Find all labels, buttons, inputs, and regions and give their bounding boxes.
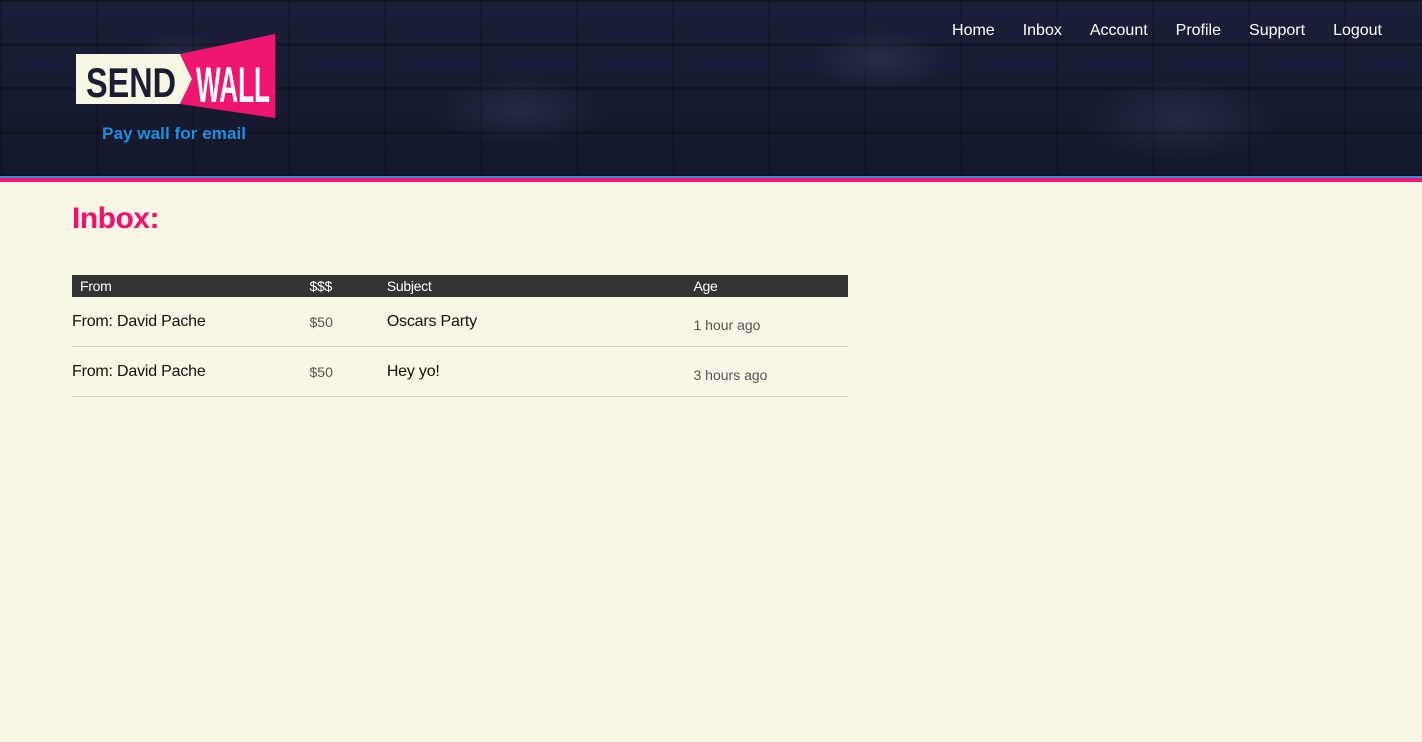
logo-send-text: SEND: [86, 59, 176, 106]
message-age: 1 hour ago: [693, 297, 848, 347]
logo-wall-text: WALL: [196, 57, 270, 113]
message-subject[interactable]: Oscars Party: [386, 297, 694, 347]
table-row[interactable]: From: David Pache $50 Oscars Party 1 hou…: [72, 297, 848, 347]
page-title: Inbox:: [72, 202, 160, 235]
main-nav: Home Inbox Account Profile Support Logou…: [952, 20, 1382, 42]
sendwall-logo[interactable]: SEND WALL Pay wall for email: [76, 34, 286, 146]
message-sender[interactable]: From: David Pache: [72, 297, 310, 347]
logo-graphic: SEND WALL Pay wall for email: [76, 34, 275, 143]
nav-home[interactable]: Home: [952, 20, 995, 42]
table-row[interactable]: From: David Pache $50 Hey yo! 3 hours ag…: [72, 346, 848, 397]
inbox-main: Inbox: From $$$ Subject Age From: David …: [72, 200, 848, 397]
header-divider-pink: [0, 178, 1422, 182]
nav-support[interactable]: Support: [1249, 20, 1305, 42]
site-header: SEND WALL Pay wall for email Home Inbox …: [0, 0, 1422, 178]
nav-profile[interactable]: Profile: [1176, 20, 1221, 42]
nav-account[interactable]: Account: [1090, 20, 1148, 42]
message-amount: $50: [309, 346, 387, 397]
column-header-age[interactable]: Age: [693, 275, 848, 297]
nav-logout[interactable]: Logout: [1333, 20, 1382, 42]
inbox-table: From $$$ Subject Age From: David Pache $…: [72, 275, 848, 397]
message-age: 3 hours ago: [693, 346, 848, 397]
message-sender[interactable]: From: David Pache: [72, 346, 310, 397]
column-header-subject[interactable]: Subject: [386, 275, 694, 297]
logo-tagline: Pay wall for email: [102, 124, 246, 143]
nav-inbox[interactable]: Inbox: [1023, 20, 1062, 42]
column-header-amount[interactable]: $$$: [309, 275, 387, 297]
column-header-from[interactable]: From: [72, 275, 310, 297]
message-subject[interactable]: Hey yo!: [386, 346, 694, 397]
table-header-row: From $$$ Subject Age: [72, 275, 848, 297]
message-amount: $50: [309, 297, 387, 347]
